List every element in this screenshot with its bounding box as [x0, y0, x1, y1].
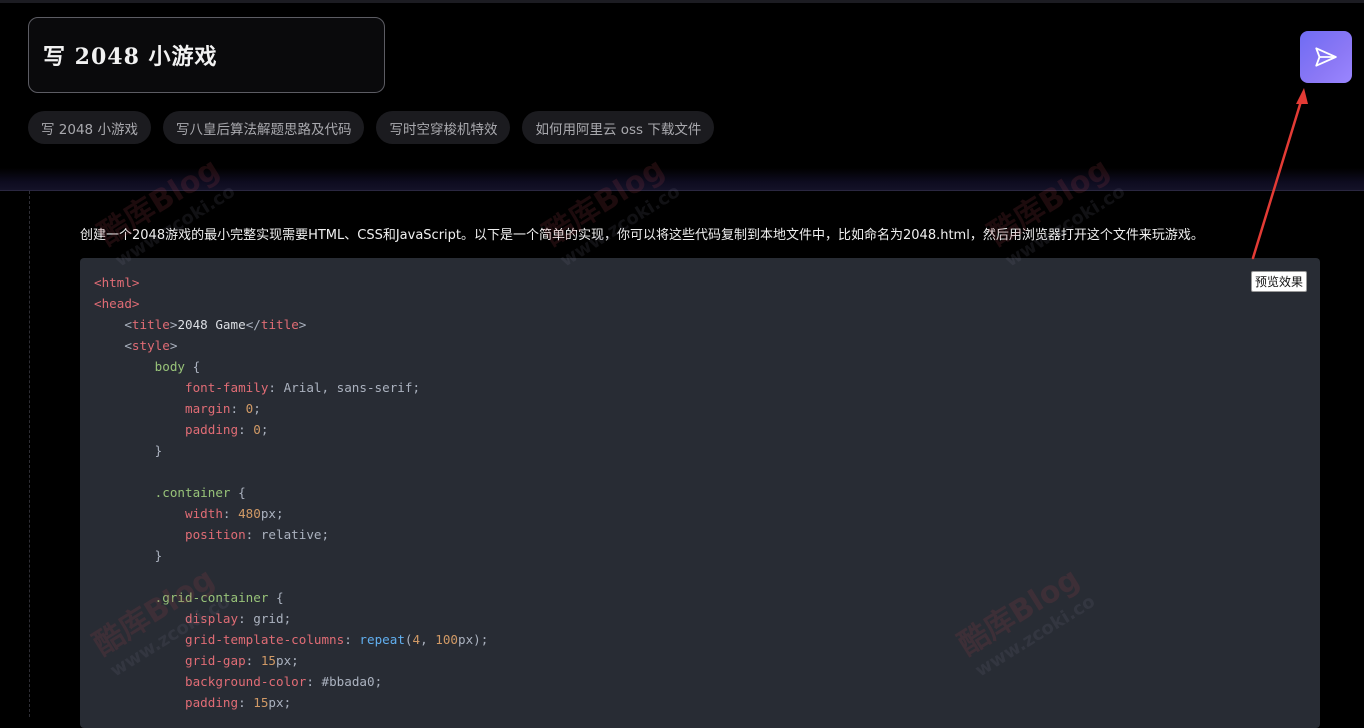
thread-guide-line: [29, 191, 30, 717]
code-line: }: [94, 548, 163, 563]
preview-button[interactable]: 预览效果: [1251, 271, 1308, 292]
watermark: 酷库Blogwww.zcoki.co: [537, 151, 684, 272]
code-line: body {: [154, 359, 201, 374]
code-line: padding: 15px;: [185, 695, 292, 710]
suggestion-chip[interactable]: 如何用阿里云 oss 下载文件: [522, 111, 715, 144]
code-line: font-family: Arial, sans-serif;: [185, 380, 421, 395]
code-line: position: relative;: [185, 527, 330, 542]
suggestion-chip[interactable]: 写 2048 小游戏: [28, 111, 151, 144]
top-border: [0, 0, 1364, 3]
code-line: width: 480px;: [185, 506, 284, 521]
prompt-input[interactable]: 写 2048 小游戏: [28, 17, 385, 93]
send-button[interactable]: [1300, 31, 1352, 83]
code-line: <head>: [94, 296, 140, 311]
code-line: <style>: [94, 338, 178, 353]
code-line: .container {: [154, 485, 246, 500]
code-line: <title>2048 Game</title>: [94, 317, 307, 332]
suggestion-chip[interactable]: 写时空穿梭机特效: [376, 111, 511, 144]
prompt-text: 写 2048 小游戏: [43, 44, 218, 70]
response-intro: 创建一个2048游戏的最小完整实现需要HTML、CSS和JavaScript。以…: [80, 228, 1204, 243]
send-icon: [1315, 47, 1337, 67]
code-line: .grid-container {: [154, 590, 284, 605]
section-divider: [0, 168, 1364, 191]
code-line: display: grid;: [185, 611, 292, 626]
code-line: }: [94, 443, 163, 458]
code-line: <html>: [94, 275, 140, 290]
code-block: <html> <head> <title>2048 Game</title> <…: [80, 258, 1320, 728]
code-line: padding: 0;: [185, 422, 269, 437]
code-line: grid-template-columns: repeat(4, 100px);: [185, 632, 489, 647]
code-line: margin: 0;: [185, 401, 261, 416]
code-line: grid-gap: 15px;: [185, 653, 299, 668]
watermark: 酷库Blogwww.zcoki.co: [982, 151, 1129, 272]
suggestion-chips: 写 2048 小游戏 写八皇后算法解题思路及代码 写时空穿梭机特效 如何用阿里云…: [28, 111, 715, 144]
code-content: <html> <head> <title>2048 Game</title> <…: [80, 258, 1320, 727]
code-line: background-color: #bbada0;: [185, 674, 383, 689]
watermark: 酷库Blogwww.zcoki.co: [92, 151, 239, 272]
suggestion-chip[interactable]: 写八皇后算法解题思路及代码: [162, 111, 365, 144]
